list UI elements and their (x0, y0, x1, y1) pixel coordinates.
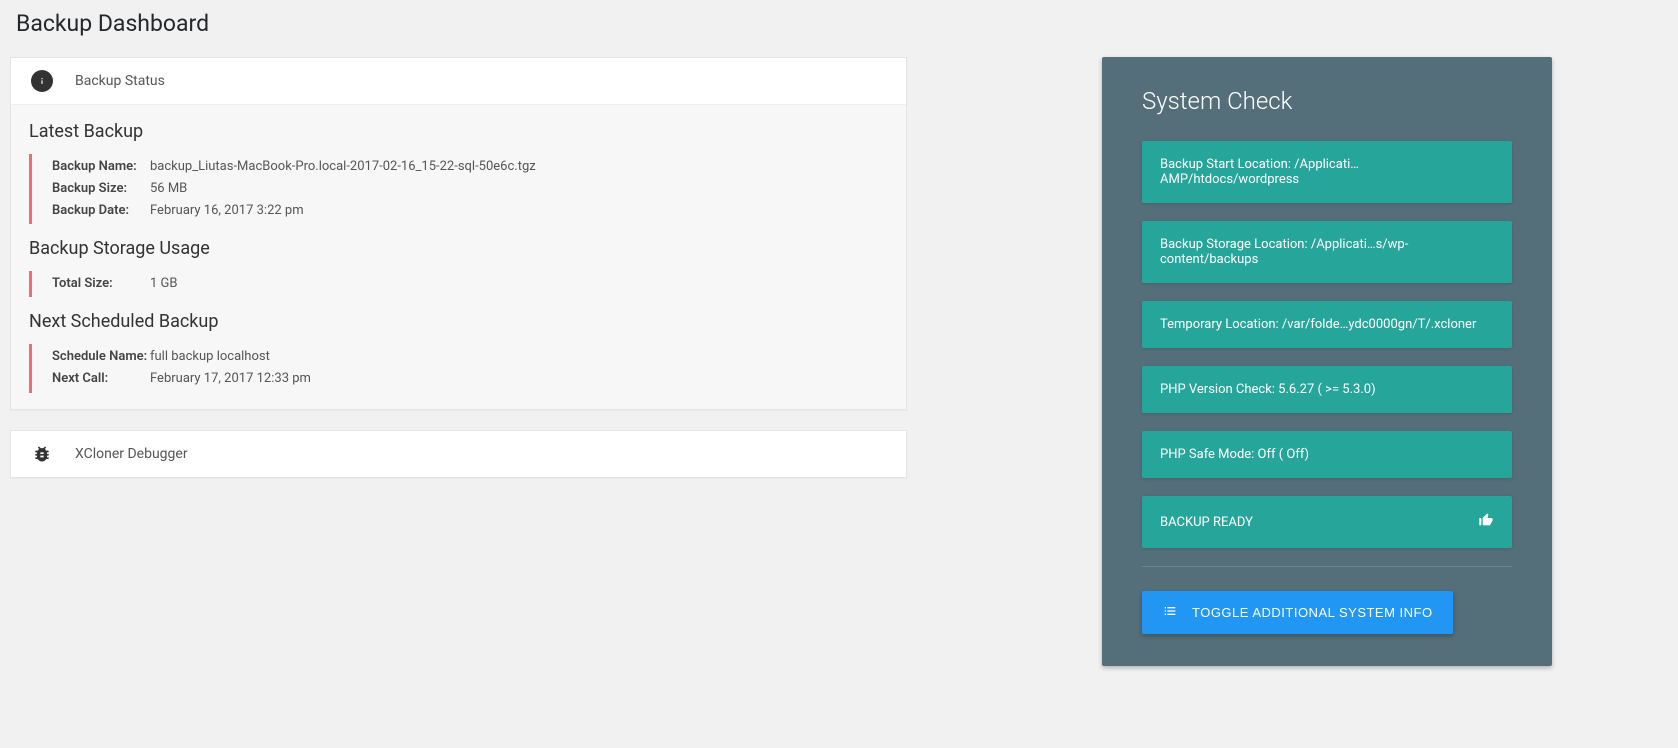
toggle-button-label: TOGGLE ADDITIONAL SYSTEM INFO (1192, 605, 1433, 620)
debugger-header[interactable]: XCloner Debugger (11, 431, 906, 477)
check-php-safemode: PHP Safe Mode: Off ( Off) (1142, 431, 1512, 478)
check-temp-location: Temporary Location: /var/folde…ydc0000gn… (1142, 301, 1512, 348)
next-call-value: February 17, 2017 12:33 pm (150, 368, 311, 390)
debugger-card: XCloner Debugger (10, 430, 907, 478)
backup-status-card: Backup Status Latest Backup Backup Name:… (10, 57, 907, 410)
backup-size-label: Backup Size: (52, 178, 150, 200)
backup-name-label: Backup Name: (52, 156, 150, 178)
backup-status-label: Backup Status (75, 73, 165, 89)
check-text: Backup Start Location: /Applicati…AMP/ht… (1160, 157, 1494, 187)
page-title: Backup Dashboard (16, 10, 1668, 37)
backup-date-label: Backup Date: (52, 200, 150, 222)
check-text: BACKUP READY (1160, 515, 1478, 530)
total-size-value: 1 GB (150, 273, 178, 295)
toggle-system-info-button[interactable]: TOGGLE ADDITIONAL SYSTEM INFO (1142, 591, 1453, 634)
schedule-name-label: Schedule Name: (52, 346, 150, 368)
check-text: Temporary Location: /var/folde…ydc0000gn… (1160, 317, 1494, 332)
info-icon (31, 70, 53, 92)
check-php-version: PHP Version Check: 5.6.27 ( >= 5.3.0) (1142, 366, 1512, 413)
next-call-label: Next Call: (52, 368, 150, 390)
total-size-label: Total Size: (52, 273, 150, 295)
backup-date-value: February 16, 2017 3:22 pm (150, 200, 304, 222)
latest-backup-block: Backup Name: backup_Liutas-MacBook-Pro.l… (29, 154, 888, 224)
next-scheduled-block: Schedule Name: full backup localhost Nex… (29, 344, 888, 392)
debugger-label: XCloner Debugger (75, 446, 188, 462)
schedule-name-value: full backup localhost (150, 346, 270, 368)
check-text: Backup Storage Location: /Applicati…s/wp… (1160, 237, 1494, 267)
storage-usage-title: Backup Storage Usage (23, 224, 894, 271)
check-storage-location: Backup Storage Location: /Applicati…s/wp… (1142, 221, 1512, 283)
system-check-title: System Check (1142, 87, 1512, 115)
backup-size-value: 56 MB (150, 178, 187, 200)
check-text: PHP Safe Mode: Off ( Off) (1160, 447, 1494, 462)
divider (1142, 566, 1512, 567)
check-start-location: Backup Start Location: /Applicati…AMP/ht… (1142, 141, 1512, 203)
list-icon (1162, 603, 1178, 622)
next-scheduled-title: Next Scheduled Backup (23, 297, 894, 344)
system-check-card: System Check Backup Start Location: /App… (1102, 57, 1552, 666)
check-text: PHP Version Check: 5.6.27 ( >= 5.3.0) (1160, 382, 1494, 397)
bug-icon (31, 443, 53, 465)
backup-status-header[interactable]: Backup Status (11, 58, 906, 104)
latest-backup-title: Latest Backup (23, 107, 894, 154)
backup-name-value: backup_Liutas-MacBook-Pro.local-2017-02-… (150, 156, 536, 178)
check-backup-ready: BACKUP READY (1142, 496, 1512, 548)
thumbs-up-icon (1478, 512, 1494, 532)
storage-usage-block: Total Size: 1 GB (29, 271, 888, 297)
